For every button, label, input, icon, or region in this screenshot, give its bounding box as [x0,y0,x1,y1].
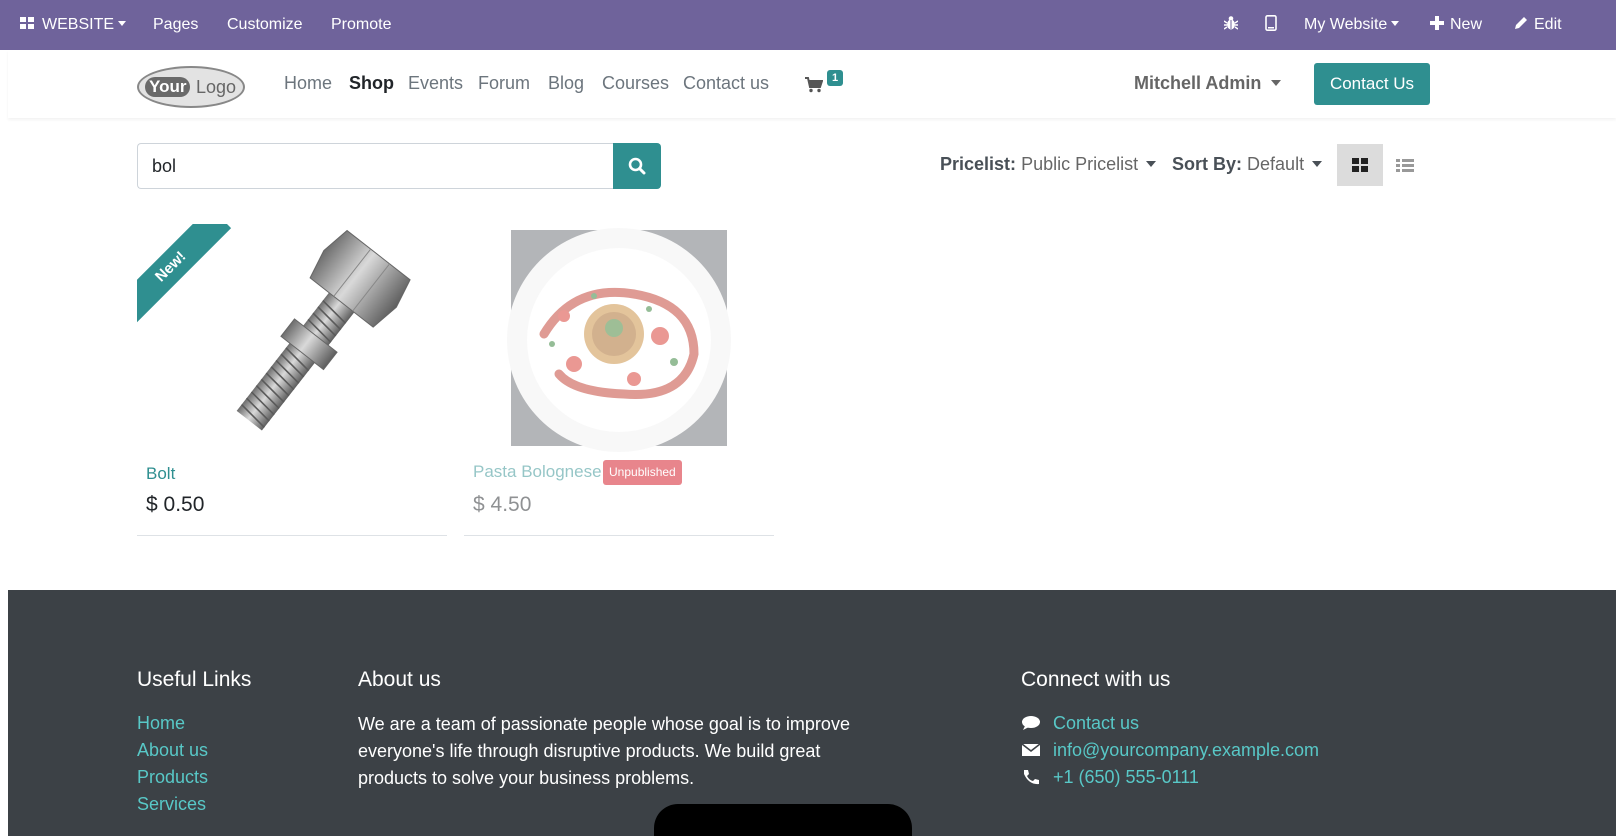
contact-us-link-text: Contact us [1053,713,1140,733]
unpublished-badge: Unpublished [603,460,682,485]
pasta-image [507,228,731,452]
chevron-down-icon [1312,160,1323,167]
list-view-toggle[interactable] [1390,144,1424,186]
product-name-pasta-bolognese[interactable]: Pasta Bolognese [473,462,602,482]
site-footer: Useful Links Home About us Products Serv… [8,590,1616,836]
pricelist-dropdown[interactable]: Pricelist: Public Pricelist [940,154,1157,175]
product-search-input[interactable]: bol [137,143,615,189]
edit-label: Edit [1534,16,1562,33]
cart-count-badge: 1 [827,70,844,86]
chevron-down-icon [118,21,127,27]
comment-icon [1022,715,1040,730]
about-us-text: We are a team of passionate people whose… [358,714,850,788]
footer-phone-link[interactable]: +1 (650) 555-0111 [1021,767,1199,788]
floating-overlay-tab [654,804,912,836]
footer-contact-link[interactable]: Contact us [1021,713,1139,734]
chevron-down-icon [1391,21,1400,27]
sort-by-label: Sort By: [1172,154,1243,174]
nav-forum[interactable]: Forum [478,73,530,94]
my-website-menu[interactable]: My Website [1304,0,1400,50]
website-app-label: WEBSITE [42,16,115,33]
product-price-pasta-bolognese: $ 4.50 [473,493,532,516]
sort-by-dropdown[interactable]: Sort By: Default [1172,154,1323,175]
plus-icon [1430,16,1444,31]
connect-heading: Connect with us [1021,668,1171,691]
pricelist-label: Pricelist: [940,154,1017,174]
new-label: New [1450,16,1483,33]
admin-menu-pages[interactable]: Pages [153,0,198,50]
product-image-bolt[interactable]: New! [137,224,447,452]
grid-view-toggle[interactable] [1337,144,1383,186]
product-price-bolt: $ 0.50 [146,493,205,516]
apps-grid-icon [20,17,34,30]
cart-link[interactable]: 1 [805,70,865,100]
footer-link-about-us[interactable]: About us [137,740,208,761]
product-card-bolt[interactable]: New! Bolt $ 0.50 [137,224,447,536]
mobile-preview-button[interactable] [1265,0,1277,50]
chevron-down-icon [1271,79,1282,86]
shopping-cart-icon [805,77,823,93]
chevron-down-icon [1146,160,1157,167]
envelope-icon [1021,743,1041,756]
edit-button[interactable]: Edit [1514,0,1562,50]
website-app-menu[interactable]: WEBSITE [20,0,127,50]
new-button[interactable]: New [1430,0,1482,50]
admin-menu-customize[interactable]: Customize [227,0,303,50]
nav-contact-us[interactable]: Contact us [683,73,769,94]
pricelist-value: Public Pricelist [1021,154,1139,174]
debug-button[interactable] [1223,0,1239,50]
my-website-label: My Website [1304,16,1388,33]
product-name-bolt[interactable]: Bolt [146,464,175,484]
product-image-pasta-bolognese[interactable] [464,224,774,452]
logo-logo-text: Logo [196,77,237,97]
admin-bar: WEBSITE Pages Customize Promote My Websi… [0,0,1616,50]
contact-us-button[interactable]: Contact Us [1314,63,1430,105]
nav-blog[interactable]: Blog [548,73,584,94]
user-name: Mitchell Admin [1134,73,1262,93]
nav-courses[interactable]: Courses [602,73,669,94]
logo-your-text: Your [145,77,191,97]
mobile-icon [1265,15,1277,32]
email-text: info@yourcompany.example.com [1053,740,1320,760]
sort-by-value: Default [1247,154,1305,174]
about-us-heading: About us [358,668,441,691]
search-icon [628,157,646,175]
site-logo[interactable]: Your Logo [137,66,245,108]
nav-events[interactable]: Events [408,73,463,94]
nav-home[interactable]: Home [284,73,332,94]
nav-shop[interactable]: Shop [349,73,394,94]
footer-link-services[interactable]: Services [137,794,206,815]
pencil-icon [1515,17,1527,30]
footer-link-products[interactable]: Products [137,767,208,788]
useful-links-heading: Useful Links [137,668,252,691]
footer-email-link[interactable]: info@yourcompany.example.com [1021,740,1319,761]
grid-view-icon [1352,158,1368,172]
user-menu[interactable]: Mitchell Admin [1134,73,1282,94]
site-header: Your Logo Home Shop Events Forum Blog Co… [8,50,1616,118]
product-card-pasta-bolognese[interactable]: Pasta Bolognese Unpublished $ 4.50 [464,224,774,536]
search-button[interactable] [613,143,661,189]
phone-text: +1 (650) 555-0111 [1053,767,1199,787]
phone-icon [1024,769,1039,784]
footer-link-home[interactable]: Home [137,713,185,734]
list-view-icon [1396,159,1414,174]
admin-menu-promote[interactable]: Promote [331,0,391,50]
bug-icon [1223,16,1239,30]
